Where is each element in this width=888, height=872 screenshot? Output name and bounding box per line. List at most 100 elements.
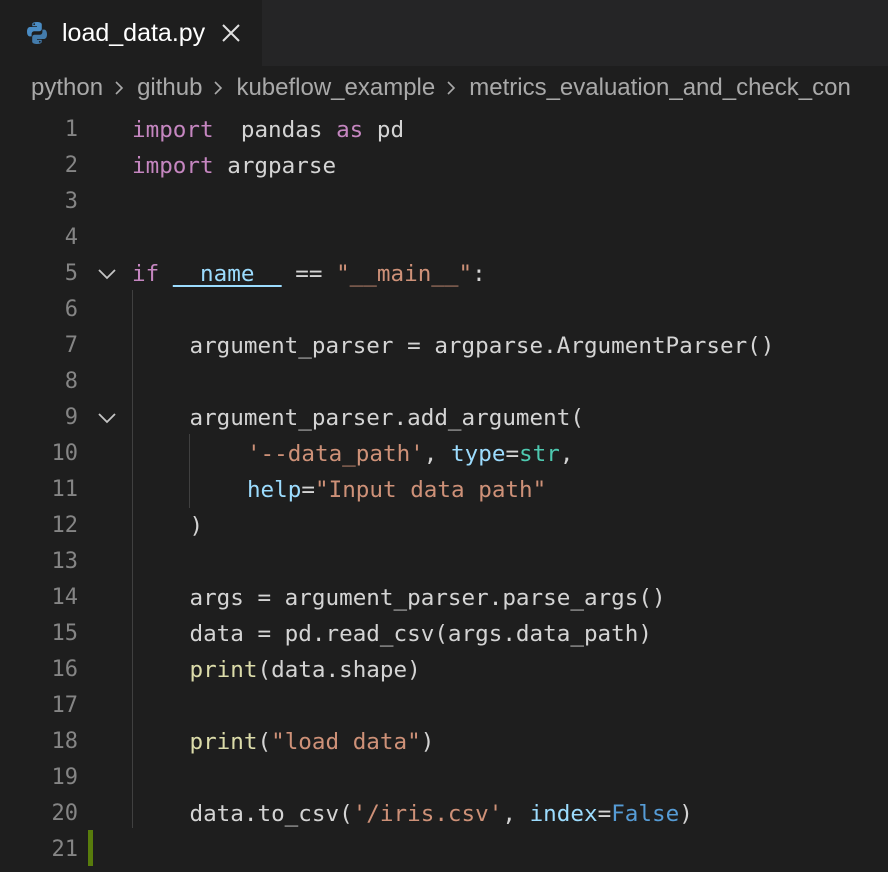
code-text: import argparse — [132, 148, 336, 184]
fold-chevron-icon[interactable] — [96, 409, 118, 427]
code-token: '/iris.csv' — [352, 801, 503, 827]
code-text: data.to_csv('/iris.csv', index=False) — [189, 796, 692, 832]
code-line[interactable]: 14 args = argument_parser.parse_args() — [0, 580, 888, 616]
close-icon[interactable] — [220, 22, 242, 44]
line-number: 10 — [51, 441, 79, 466]
line-number: 13 — [51, 549, 79, 574]
code-token: help — [246, 477, 302, 503]
code-line[interactable]: 3 — [0, 184, 888, 220]
code-token: : — [472, 261, 486, 287]
code-line[interactable]: 10 '--data_path', type=str, — [0, 436, 888, 472]
code-line[interactable]: 15 data = pd.read_csv(args.data_path) — [0, 616, 888, 652]
code-token: , — [559, 441, 574, 467]
code-token: argument_parser.add_argument( — [189, 405, 584, 431]
code-token: (data.shape) — [257, 657, 421, 683]
code-token: import — [132, 153, 214, 179]
code-text: ) — [189, 508, 203, 544]
code-line[interactable]: 1 import pandas as pd — [0, 112, 888, 148]
code-line[interactable]: 6 — [0, 292, 888, 328]
code-token: "load data" — [271, 729, 421, 755]
code-line[interactable]: 12) — [0, 508, 888, 544]
code-token: '--data_path' — [246, 441, 424, 467]
code-token: index — [529, 801, 598, 827]
code-token: ) — [420, 729, 435, 755]
breadcrumb-item[interactable]: kubeflow_example — [236, 74, 435, 102]
code-line[interactable]: 8 — [0, 364, 888, 400]
code-line[interactable]: 9 argument_parser.add_argument( — [0, 400, 888, 436]
code-token: str — [519, 441, 560, 467]
code-token: as — [336, 117, 364, 143]
line-number: 8 — [64, 369, 78, 394]
code-token: pandas — [240, 117, 323, 143]
code-text: print(data.shape) — [189, 652, 420, 688]
fold-chevron-icon[interactable] — [96, 265, 118, 283]
code-text: '--data_path', type=str, — [247, 436, 574, 472]
line-number: 4 — [64, 225, 78, 250]
breadcrumb-item[interactable]: metrics_evaluation_and_check_con — [469, 74, 851, 102]
code-token: = — [301, 477, 315, 503]
breadcrumb-item[interactable]: python — [31, 74, 103, 102]
code-token: ) — [189, 513, 204, 539]
code-text: if __name__ == "__main__": — [132, 256, 486, 292]
breadcrumb: python github kubeflow_example metrics_eval… — [0, 66, 888, 112]
code-line[interactable]: 7 argument_parser = argparse.ArgumentPars… — [0, 328, 888, 364]
code-token: type — [451, 441, 506, 467]
code-line[interactable]: 5 if __name__ == "__main__": — [0, 256, 888, 292]
code-text: argument_parser = argparse.ArgumentParse… — [189, 328, 774, 364]
code-token: __name__ — [172, 261, 282, 287]
line-number: 6 — [64, 297, 78, 322]
line-number: 18 — [51, 729, 79, 754]
code-line[interactable]: 11 help="Input data path" — [0, 472, 888, 508]
code-editor[interactable]: 1 import pandas as pd 2 import argparse 3 4 5 i… — [0, 112, 888, 872]
line-number: 21 — [51, 837, 79, 862]
code-token: == — [281, 261, 337, 287]
code-line[interactable]: 19 — [0, 760, 888, 796]
code-token: data = pd.read_csv(args.data_path) — [189, 621, 652, 647]
line-number: 14 — [51, 585, 79, 610]
line-number: 1 — [64, 117, 78, 142]
code-line[interactable]: 4 — [0, 220, 888, 256]
code-token: args = argument_parser.parse_args() — [189, 585, 666, 611]
line-number: 9 — [64, 405, 78, 430]
tab-filename: load_data.py — [62, 19, 206, 47]
line-number: 12 — [51, 513, 79, 538]
code-line[interactable]: 17 — [0, 688, 888, 724]
code-token: , — [502, 801, 530, 827]
tab-load-data-py[interactable]: load_data.py — [0, 0, 262, 66]
code-token: "Input data path" — [314, 477, 547, 503]
line-number: 7 — [64, 333, 78, 358]
code-line[interactable]: 18 print("load data") — [0, 724, 888, 760]
code-token: = — [505, 441, 520, 467]
code-text: argument_parser.add_argument( — [189, 400, 583, 436]
code-token: False — [611, 801, 680, 827]
code-token: print — [189, 729, 258, 755]
code-token: ( — [257, 729, 272, 755]
code-token: "__main__" — [336, 261, 473, 287]
code-token: data.to_csv( — [189, 801, 353, 827]
code-token: argparse — [213, 153, 337, 179]
line-number: 19 — [51, 765, 79, 790]
code-token: print — [189, 657, 258, 683]
code-text: import pandas as pd — [132, 112, 404, 148]
code-line[interactable]: 21 — [0, 832, 888, 868]
python-icon — [27, 22, 47, 44]
chevron-right-icon — [447, 81, 456, 95]
code-line[interactable]: 16 print(data.shape) — [0, 652, 888, 688]
code-line[interactable]: 13 — [0, 544, 888, 580]
line-number: 15 — [51, 621, 79, 646]
line-number: 11 — [51, 477, 79, 502]
breadcrumb-item[interactable]: github — [137, 74, 202, 102]
code-token: = — [597, 801, 612, 827]
line-number: 5 — [64, 261, 78, 286]
line-number: 2 — [64, 153, 78, 178]
code-token: if — [132, 261, 160, 287]
editor-tab-bar: load_data.py — [0, 0, 888, 66]
breadcrumb-items: python github kubeflow_example metrics_eval… — [31, 74, 851, 102]
code-token: , — [423, 441, 452, 467]
code-token: argument_parser = argparse.ArgumentParse… — [189, 333, 775, 359]
code-line[interactable]: 2 import argparse — [0, 148, 888, 184]
code-line[interactable]: 20 data.to_csv('/iris.csv', index=False) — [0, 796, 888, 832]
